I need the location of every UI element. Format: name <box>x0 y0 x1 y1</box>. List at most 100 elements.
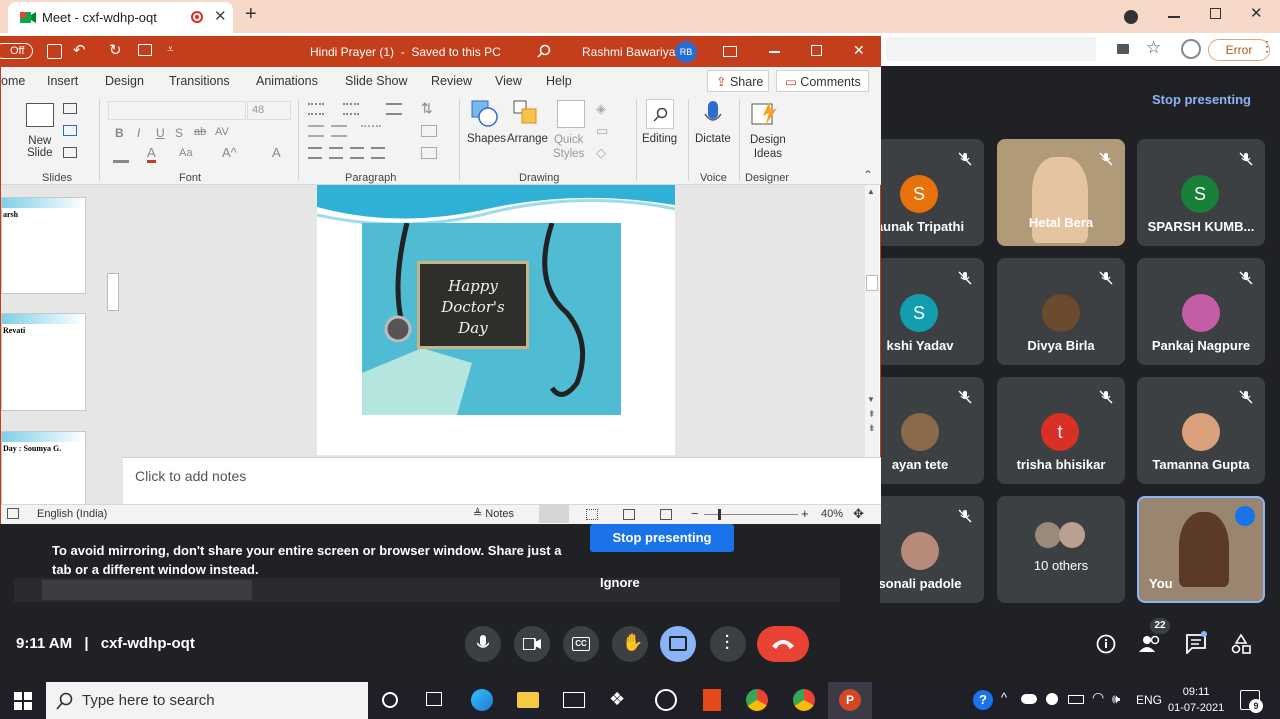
redo-icon[interactable]: ↻ <box>109 41 122 59</box>
taskbar-search-box[interactable]: Type here to search <box>46 682 368 719</box>
show-hidden-icons[interactable]: ^ <box>1001 690 1007 705</box>
align-center-icon[interactable] <box>329 147 343 159</box>
current-slide[interactable]: Happy Doctor's Day <box>317 185 675 455</box>
bookmark-star-icon[interactable]: ☆ <box>1146 38 1161 58</box>
stop-presenting-link[interactable]: Stop presenting <box>1152 92 1251 107</box>
bold-icon[interactable]: B <box>115 126 124 140</box>
notes-pane[interactable]: Click to add notes <box>123 457 881 504</box>
microphone-button[interactable] <box>465 626 501 662</box>
self-tile[interactable]: You <box>1137 496 1265 603</box>
dropbox-icon[interactable]: ❖ <box>609 689 625 710</box>
next-slide-icon[interactable]: ⇟ <box>868 423 876 434</box>
captions-button[interactable]: CC <box>563 626 599 662</box>
scroll-down-icon[interactable]: ▼ <box>867 395 875 404</box>
slideshow-view-icon[interactable] <box>660 509 672 520</box>
close-window-icon[interactable]: ✕ <box>1250 4 1263 22</box>
people-icon[interactable] <box>1139 634 1163 654</box>
arrange-button[interactable]: Arrange <box>507 133 548 145</box>
clear-formatting-icon[interactable]: A <box>272 145 281 160</box>
font-color-icon[interactable]: A <box>147 145 156 163</box>
slide-thumbnail[interactable]: Day : Soumya G. <box>1 431 86 505</box>
notes-button[interactable]: ≜ Notes <box>473 507 514 520</box>
increase-indent-icon[interactable] <box>331 125 347 137</box>
autosave-toggle[interactable]: Off <box>0 43 33 59</box>
participant-tile-others[interactable]: 10 others <box>997 496 1125 603</box>
columns-icon[interactable] <box>361 125 381 137</box>
close-icon[interactable]: ✕ <box>853 42 865 59</box>
scrollbar-thumb[interactable] <box>866 275 878 291</box>
ignore-button[interactable]: Ignore <box>600 575 640 590</box>
powerpoint-taskbar-button[interactable]: P <box>828 682 872 719</box>
align-right-icon[interactable] <box>350 147 364 159</box>
document-title[interactable]: Hindi Prayer (1) - Saved to this PC <box>310 45 501 59</box>
activities-icon[interactable] <box>1231 634 1251 654</box>
extension-icon[interactable] <box>1181 39 1201 59</box>
input-language[interactable]: ENG <box>1136 693 1162 707</box>
tab-transitions[interactable]: Transitions <box>169 74 230 88</box>
design-ideas-button[interactable]: Design Ideas <box>750 133 786 161</box>
scroll-up-icon[interactable]: ▲ <box>867 187 875 196</box>
save-icon[interactable] <box>47 44 62 59</box>
raise-hand-button[interactable]: ✋ <box>612 626 648 662</box>
share-button[interactable]: ⇪ Share <box>707 70 769 92</box>
slide-thumbnail[interactable]: Revati <box>1 313 86 411</box>
wifi-icon[interactable]: ◠ <box>1092 689 1104 706</box>
zoom-slider-thumb[interactable] <box>718 509 721 520</box>
chrome-icon[interactable] <box>746 689 768 711</box>
minimize-icon[interactable] <box>769 51 780 53</box>
design-ideas-icon[interactable] <box>751 100 781 128</box>
tab-slide-show[interactable]: Slide Show <box>345 74 408 88</box>
search-icon[interactable] <box>537 44 551 58</box>
italic-icon[interactable]: I <box>137 126 140 140</box>
onedrive-icon[interactable] <box>1021 694 1037 704</box>
dictate-mic-icon[interactable] <box>704 100 722 130</box>
accessibility-icon[interactable] <box>7 508 19 519</box>
more-options-button[interactable]: · · · <box>710 626 746 662</box>
slide-sorter-icon[interactable] <box>586 509 598 520</box>
shape-effects-icon[interactable]: ◇ <box>596 145 606 161</box>
tab-help[interactable]: Help <box>546 74 572 88</box>
section-icon[interactable] <box>63 147 77 158</box>
smartart-icon[interactable] <box>421 147 437 159</box>
tab-design[interactable]: Design <box>105 74 144 88</box>
user-name[interactable]: Rashmi Bawariya <box>582 45 675 59</box>
numbering-icon[interactable] <box>343 103 359 115</box>
language-status[interactable]: English (India) <box>37 508 107 520</box>
shape-outline-icon[interactable]: ▭ <box>596 123 608 139</box>
quick-styles-button[interactable]: Quick Styles <box>553 133 584 161</box>
new-slide-button[interactable]: New Slide <box>27 135 53 159</box>
align-left-icon[interactable] <box>308 147 322 159</box>
tab-home[interactable]: ome <box>1 74 25 88</box>
change-case-icon[interactable]: Aa <box>179 147 192 159</box>
zoom-level[interactable]: 40% <box>821 508 843 520</box>
participant-tile[interactable]: Pankaj Nagpure <box>1137 258 1265 365</box>
dictate-button[interactable]: Dictate <box>695 133 731 145</box>
bullets-icon[interactable] <box>308 103 324 115</box>
zoom-in-icon[interactable]: + <box>801 506 809 521</box>
new-tab-icon[interactable]: + <box>245 3 257 26</box>
edge-icon[interactable] <box>471 689 493 711</box>
tab-insert[interactable]: Insert <box>47 74 78 88</box>
strikethrough-icon[interactable]: ab <box>194 126 206 138</box>
slide-thumbnail[interactable]: arsh <box>1 197 86 294</box>
stop-presenting-button[interactable]: Stop presenting <box>590 524 734 552</box>
new-slide-icon[interactable] <box>26 103 54 127</box>
maximize-icon[interactable] <box>811 45 822 56</box>
highlight-icon[interactable] <box>113 160 129 163</box>
restore-icon[interactable] <box>1210 8 1221 19</box>
help-icon[interactable]: ? <box>973 690 993 710</box>
find-icon[interactable] <box>646 99 674 129</box>
ribbon-display-icon[interactable] <box>723 46 737 57</box>
task-view-icon[interactable] <box>426 692 442 706</box>
participant-tile[interactable]: t trisha bhisikar <box>997 377 1125 484</box>
fit-slide-icon[interactable]: ✥ <box>853 506 864 522</box>
participant-tile[interactable]: S SPARSH KUMB... <box>1137 139 1265 246</box>
collapse-ribbon-icon[interactable]: ⌃ <box>863 168 873 182</box>
volume-icon[interactable]: 🕪 <box>1112 691 1120 707</box>
decrease-indent-icon[interactable] <box>308 125 324 137</box>
present-icon[interactable] <box>138 44 152 56</box>
align-text-icon[interactable] <box>421 125 437 137</box>
participant-tile[interactable]: Hetal Bera <box>997 139 1125 246</box>
system-clock[interactable]: 09:11 01-07-2021 <box>1168 684 1224 716</box>
chat-icon[interactable] <box>1186 634 1206 654</box>
